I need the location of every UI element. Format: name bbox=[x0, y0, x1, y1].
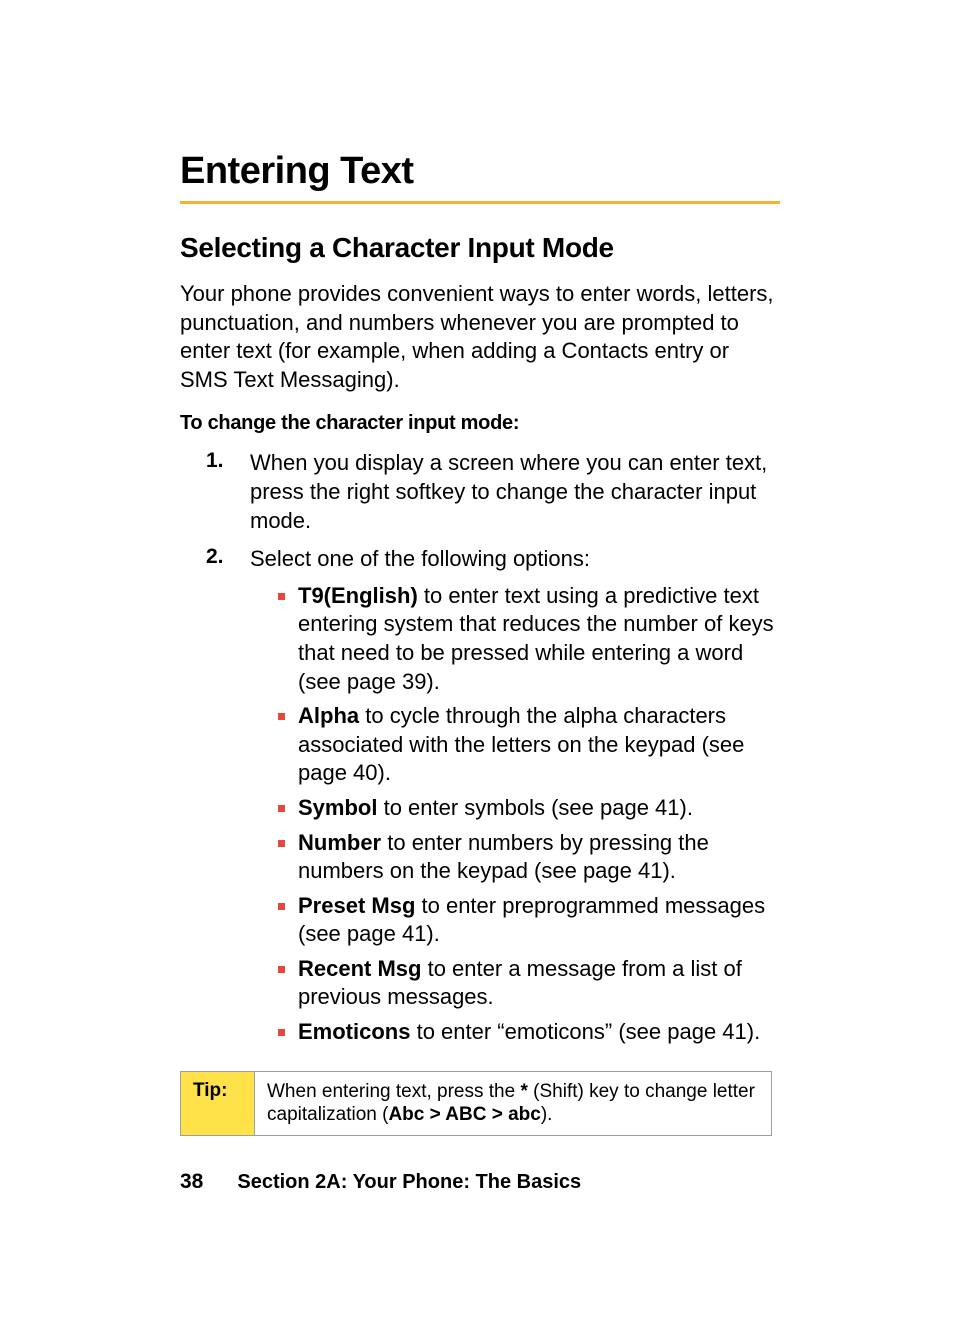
step-item: 2. Select one of the following options: … bbox=[206, 545, 779, 1053]
option-bold: T9(English) bbox=[298, 583, 418, 608]
option-item: Symbol to enter symbols (see page 41). bbox=[278, 794, 779, 823]
footer-section-title: Section 2A: Your Phone: The Basics bbox=[237, 1171, 581, 1194]
option-bold: Preset Msg bbox=[298, 893, 415, 918]
step-text-inner: Select one of the following options: bbox=[250, 546, 590, 571]
step-text: When you display a screen where you can … bbox=[250, 449, 779, 535]
page-footer: 38 Section 2A: Your Phone: The Basics bbox=[180, 1170, 581, 1194]
tip-caps: Abc > ABC > abc bbox=[388, 1104, 540, 1125]
page-heading: Entering Text bbox=[180, 150, 779, 193]
page-number: 38 bbox=[180, 1170, 203, 1194]
tip-box: Tip: When entering text, press the * (Sh… bbox=[180, 1071, 772, 1137]
heading-rule bbox=[180, 201, 780, 204]
option-item: Recent Msg to enter a message from a lis… bbox=[278, 955, 779, 1012]
section-subheading: Selecting a Character Input Mode bbox=[180, 232, 779, 264]
tip-label: Tip: bbox=[181, 1072, 255, 1136]
option-item: T9(English) to enter text using a predic… bbox=[278, 582, 779, 696]
option-item: Number to enter numbers by pressing the … bbox=[278, 829, 779, 886]
option-bold: Symbol bbox=[298, 795, 377, 820]
tip-text-pre: When entering text, press the bbox=[267, 1081, 520, 1102]
option-bold: Alpha bbox=[298, 703, 359, 728]
option-bold: Number bbox=[298, 830, 381, 855]
options-list: T9(English) to enter text using a predic… bbox=[250, 582, 779, 1047]
step-item: 1. When you display a screen where you c… bbox=[206, 449, 779, 535]
option-item: Preset Msg to enter preprogrammed messag… bbox=[278, 892, 779, 949]
step-number: 2. bbox=[206, 545, 250, 1053]
procedure-title: To change the character input mode: bbox=[180, 412, 779, 435]
option-bold: Emoticons bbox=[298, 1019, 410, 1044]
steps-list: 1. When you display a screen where you c… bbox=[180, 449, 779, 1052]
step-text: Select one of the following options: T9(… bbox=[250, 545, 779, 1053]
option-item: Emoticons to enter “emoticons” (see page… bbox=[278, 1018, 779, 1047]
intro-paragraph: Your phone provides convenient ways to e… bbox=[180, 280, 779, 394]
option-rest: to cycle through the alpha characters as… bbox=[298, 703, 744, 785]
tip-content: When entering text, press the * (Shift) … bbox=[255, 1072, 771, 1136]
option-rest: to enter symbols (see page 41). bbox=[377, 795, 693, 820]
tip-star: * bbox=[520, 1081, 527, 1102]
option-item: Alpha to cycle through the alpha charact… bbox=[278, 702, 779, 788]
option-bold: Recent Msg bbox=[298, 956, 421, 981]
tip-text-post: ). bbox=[541, 1104, 553, 1125]
step-number: 1. bbox=[206, 449, 250, 535]
option-rest: to enter “emoticons” (see page 41). bbox=[410, 1019, 760, 1044]
